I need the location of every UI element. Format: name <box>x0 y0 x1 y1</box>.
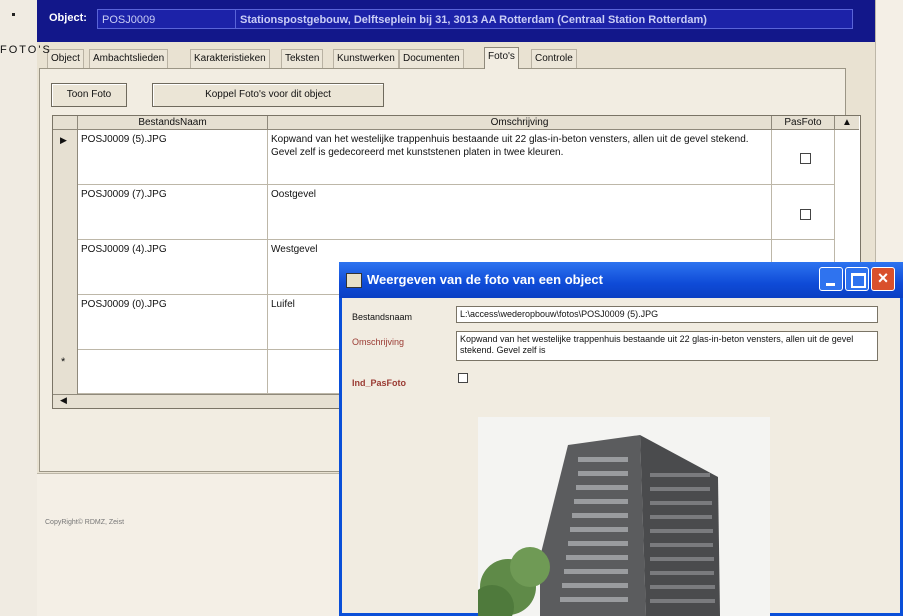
watermark-text: FOTO'S <box>0 44 52 56</box>
table-cell-description[interactable]: Kopwand van het westelijke trappenhuis b… <box>268 130 772 185</box>
pasfoto-checkbox[interactable] <box>800 209 811 220</box>
photo-viewer-dialog: Weergeven van de foto van een object × B… <box>339 262 903 616</box>
maximize-icon[interactable] <box>845 267 869 291</box>
column-header-omschrijving[interactable]: Omschrijving <box>268 116 772 130</box>
tab-teksten[interactable]: Teksten <box>281 49 324 68</box>
object-id-field[interactable]: POSJ0009 <box>97 9 257 29</box>
object-label: Object: <box>49 12 87 24</box>
tab-object[interactable]: Object <box>47 49 84 68</box>
dialog-title: Weergeven van de foto van een object <box>367 272 603 287</box>
table-cell-filename[interactable]: POSJ0009 (5).JPG <box>78 130 268 185</box>
access-form-icon <box>346 273 362 288</box>
description-field[interactable]: Kopwand van het westelijke trappenhuis b… <box>456 331 878 361</box>
filename-field[interactable]: L:\access\wederopbouw\fotos\POSJ0009 (5)… <box>456 306 878 323</box>
pasfoto-checkbox[interactable] <box>800 153 811 164</box>
show-photo-button[interactable]: Toon Foto <box>51 83 127 107</box>
pasfoto-dialog-checkbox[interactable] <box>458 373 468 383</box>
building-photo-image <box>478 417 770 616</box>
building-photo <box>478 417 770 616</box>
object-description-field[interactable]: Stationspostgebouw, Delftseplein bij 31,… <box>235 9 853 29</box>
scroll-left-icon[interactable]: ◀ <box>60 395 67 406</box>
current-row-icon: ▶ <box>60 135 67 145</box>
tab-ambachtslieden[interactable]: Ambachtslieden <box>89 49 169 68</box>
minimize-icon[interactable] <box>819 267 843 291</box>
table-cell-new[interactable] <box>78 350 268 394</box>
filename-label: Bestandsnaam <box>352 312 413 322</box>
tab-kunstwerken[interactable]: Kunstwerken <box>333 49 399 68</box>
record-marker <box>12 13 15 16</box>
table-cell-filename[interactable]: POSJ0009 (4).JPG <box>78 240 268 295</box>
tab-documenten[interactable]: Documenten <box>399 49 464 68</box>
copyright-text: CopyRight© RDMZ, Zeist <box>45 519 125 526</box>
table-cell-description[interactable]: Oostgevel <box>268 185 772 240</box>
new-row-icon: * <box>61 356 66 368</box>
pasfoto-label: Ind_PasFoto <box>352 378 407 388</box>
link-photos-button[interactable]: Koppel Foto's voor dit object <box>152 83 384 107</box>
table-cell-filename[interactable]: POSJ0009 (0).JPG <box>78 295 268 350</box>
table-cell-filename[interactable]: POSJ0009 (7).JPG <box>78 185 268 240</box>
dialog-title-bar[interactable]: Weergeven van de foto van een object × <box>339 262 903 298</box>
object-header: Object: POSJ0009 Stationspostgebouw, Del… <box>37 0 875 42</box>
tab-fotos[interactable]: Foto's <box>484 47 519 69</box>
row-selector[interactable] <box>53 240 78 296</box>
scroll-up-icon[interactable]: ▲ <box>835 116 859 130</box>
new-row-selector[interactable]: * <box>53 350 78 395</box>
left-strip <box>0 0 37 616</box>
tab-controle[interactable]: Controle <box>531 49 577 68</box>
tab-karakteristieken[interactable]: Karakteristieken <box>190 49 270 68</box>
close-icon[interactable]: × <box>871 267 895 291</box>
row-selector[interactable] <box>53 295 78 351</box>
table-cell-pasfoto <box>772 130 835 185</box>
description-label: Omschrijving <box>352 337 405 347</box>
column-header-bestandsnaam[interactable]: BestandsNaam <box>78 116 268 130</box>
row-selector[interactable]: ▶ <box>53 130 78 186</box>
table-corner <box>53 116 78 130</box>
row-selector[interactable] <box>53 185 78 241</box>
table-cell-pasfoto <box>772 185 835 240</box>
column-header-pasfoto[interactable]: PasFoto <box>772 116 835 130</box>
